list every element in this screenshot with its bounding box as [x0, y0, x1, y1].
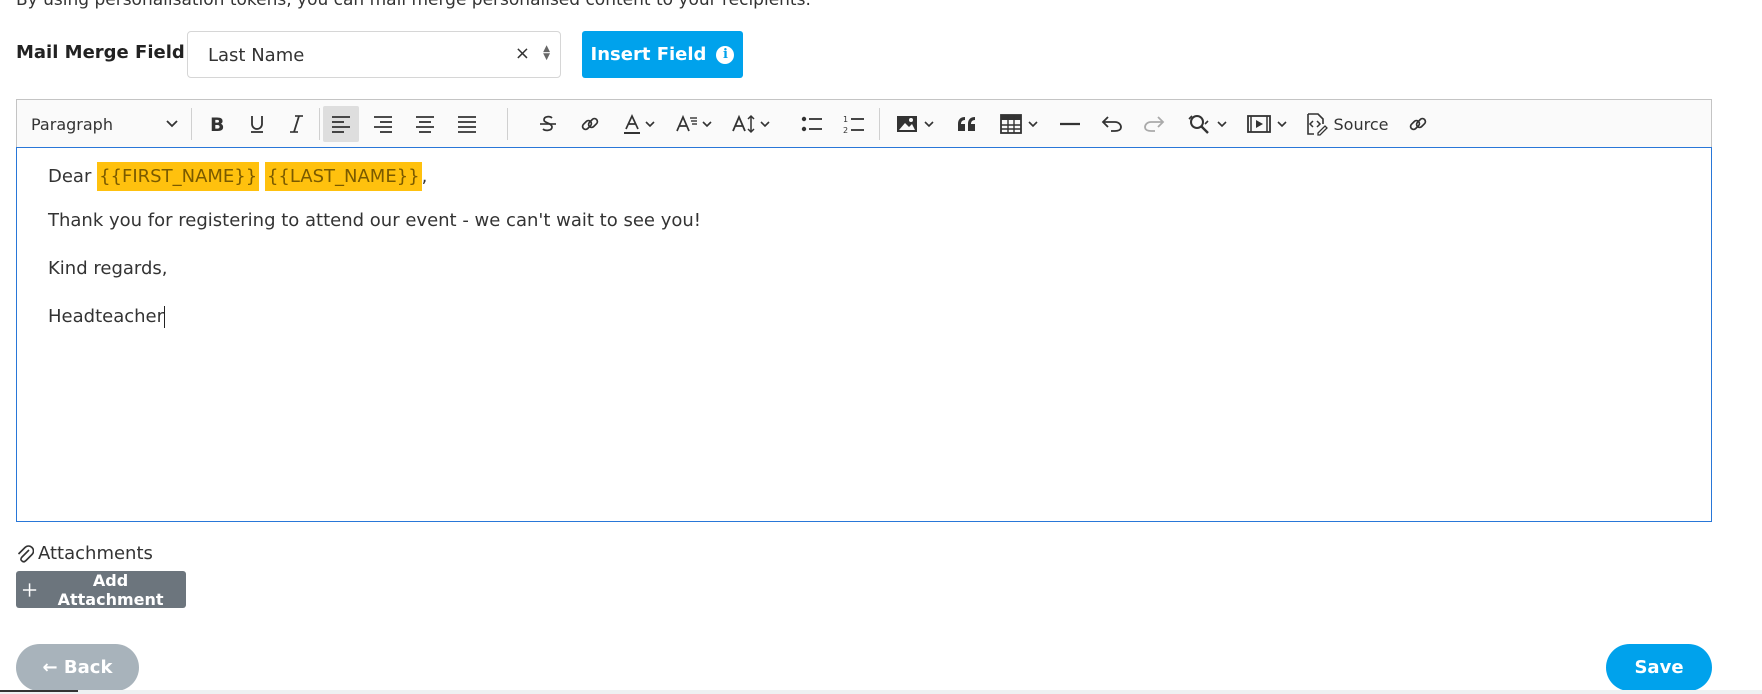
bulleted-list-icon[interactable]: [795, 100, 829, 148]
chevron-down-icon: [166, 120, 178, 128]
strikethrough-icon[interactable]: [531, 100, 565, 148]
redo-icon[interactable]: [1137, 100, 1171, 148]
rich-text-editor: Paragraph B 1 2 Source Dear {{FIRST_NAME…: [16, 99, 1712, 522]
table-icon: [1000, 114, 1022, 134]
chevron-down-icon: [1217, 121, 1227, 128]
font-color-icon: [623, 113, 640, 134]
editor-content[interactable]: Dear {{FIRST_NAME}} {{LAST_NAME}}, Thank…: [16, 147, 1712, 522]
chevron-down-icon: [1277, 121, 1287, 128]
select-arrows-icon: ▲ ▼: [543, 44, 550, 62]
find-replace-icon: [1188, 115, 1209, 134]
source-icon: [1306, 113, 1328, 136]
chevron-down-icon: [759, 121, 770, 128]
align-left-icon[interactable]: [323, 106, 359, 142]
font-style-dropdown[interactable]: [669, 100, 717, 148]
font-size-dropdown[interactable]: [725, 100, 775, 148]
svg-text:B: B: [210, 114, 224, 134]
italic-icon[interactable]: [279, 100, 315, 148]
plus-icon: [22, 582, 37, 597]
back-button[interactable]: ← Back: [16, 644, 139, 691]
greeting-punct: ,: [421, 166, 428, 187]
chevron-down-icon: [701, 121, 712, 128]
back-label: Back: [63, 657, 113, 678]
first-name-token[interactable]: {{FIRST_NAME}}: [97, 162, 260, 191]
media-embed-dropdown[interactable]: [1241, 100, 1293, 148]
underline-icon[interactable]: [239, 100, 275, 148]
align-justify-icon[interactable]: [449, 100, 485, 148]
numbered-list-icon[interactable]: 12: [837, 100, 871, 148]
link-icon[interactable]: [573, 100, 607, 148]
insert-field-button[interactable]: Insert Field i: [582, 31, 743, 78]
svg-text:2: 2: [843, 126, 848, 135]
add-attachment-button[interactable]: Add Attachment: [16, 570, 186, 609]
find-replace-dropdown[interactable]: [1181, 100, 1233, 148]
mail-merge-field-label: Mail Merge Field: [16, 42, 185, 63]
mail-merge-field-select[interactable]: Last Name × ▲ ▼: [187, 31, 561, 78]
signature-text: Headteacher: [48, 306, 165, 327]
body-line: Thank you for registering to attend our …: [48, 210, 701, 231]
font-size-icon: [731, 114, 755, 134]
greeting-text: Dear: [48, 166, 92, 187]
last-name-token[interactable]: {{LAST_NAME}}: [264, 162, 422, 191]
source-button[interactable]: Source: [1303, 100, 1389, 148]
greeting-line: Dear {{FIRST_NAME}} {{LAST_NAME}},: [48, 162, 428, 191]
font-style-icon: [675, 114, 697, 132]
clear-icon[interactable]: ×: [515, 43, 530, 64]
chevron-down-icon: [1028, 121, 1038, 128]
bottom-indicator: [0, 690, 78, 692]
editor-toolbar: Paragraph B 1 2 Source: [16, 99, 1712, 147]
horizontal-line-icon[interactable]: [1053, 100, 1087, 148]
insert-field-label: Insert Field: [590, 44, 707, 65]
source-label: Source: [1333, 114, 1389, 134]
attachments-label: Attachments: [38, 543, 153, 564]
selected-value: Last Name: [208, 45, 305, 66]
info-icon: i: [716, 45, 735, 64]
align-right-icon[interactable]: [365, 100, 401, 148]
font-color-dropdown[interactable]: [615, 100, 661, 148]
closing-line: Kind regards,: [48, 258, 168, 279]
intro-text: By using personalisation tokens, you can…: [16, 0, 811, 10]
chevron-down-icon: [644, 121, 655, 128]
chevron-down-icon: [924, 121, 934, 128]
attachments-header: Attachments: [16, 543, 153, 564]
table-dropdown[interactable]: [993, 100, 1045, 148]
bottom-divider: [0, 690, 1762, 694]
undo-icon[interactable]: [1095, 100, 1129, 148]
bold-icon[interactable]: B: [199, 100, 235, 148]
svg-text:1: 1: [843, 115, 848, 124]
align-center-icon[interactable]: [407, 100, 443, 148]
signature-line: Headteacher: [48, 306, 166, 328]
save-button[interactable]: Save: [1606, 644, 1712, 691]
media-embed-icon: [1247, 115, 1271, 133]
add-attachment-label: Add Attachment: [57, 570, 164, 609]
image-dropdown[interactable]: [889, 100, 941, 148]
image-icon: [897, 116, 917, 132]
paragraph-format-dropdown[interactable]: Paragraph: [31, 100, 179, 148]
text-cursor: [164, 306, 166, 328]
back-arrow-icon: ←: [42, 657, 58, 678]
link-unlink-icon[interactable]: [1401, 100, 1435, 148]
blockquote-icon[interactable]: [949, 100, 985, 148]
paperclip-icon: [17, 544, 34, 562]
paragraph-label: Paragraph: [31, 114, 113, 134]
